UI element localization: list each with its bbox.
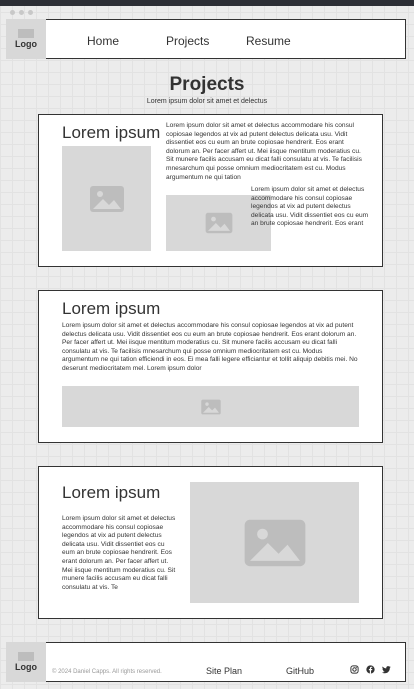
footer-logo-label: Logo [15, 662, 37, 672]
project-3-title: Lorem ipsum [62, 483, 161, 502]
image-placeholder-icon [89, 185, 124, 212]
project-1-text-top: Lorem ipsum dolor sit amet et delectus a… [166, 122, 362, 181]
logo-image-icon [18, 652, 34, 661]
copyright-text: © 2024 Daniel Capps. All rights reserved… [52, 669, 162, 675]
project-1-image-main [62, 146, 151, 251]
window-controls [10, 10, 33, 15]
nav-resume[interactable]: Resume [246, 34, 291, 48]
page-title: Projects [169, 74, 245, 95]
project-2-text: Lorem ipsum dolor sit amet et delectus a… [62, 322, 358, 372]
image-placeholder-icon [205, 212, 232, 234]
project-2-title: Lorem ipsum [62, 299, 161, 318]
window-dot-icon [28, 10, 33, 15]
window-dot-icon [10, 10, 15, 15]
browser-top-bar [0, 0, 414, 6]
project-1-text-side: Lorem ipsum dolor sit amet et delectus a… [251, 186, 369, 228]
footer-link-github[interactable]: GitHub [286, 666, 314, 676]
site-footer [6, 642, 406, 682]
footer-link-site-plan[interactable]: Site Plan [206, 666, 242, 676]
window-dot-icon [19, 10, 24, 15]
header-logo-label: Logo [15, 39, 37, 49]
facebook-icon[interactable] [365, 664, 375, 674]
project-1-title: Lorem ipsum [62, 123, 161, 142]
project-2-image [62, 386, 359, 427]
instagram-icon[interactable] [349, 664, 359, 674]
twitter-icon[interactable] [381, 664, 391, 674]
project-3-image [190, 482, 359, 603]
header-logo[interactable]: Logo [6, 19, 46, 59]
footer-logo[interactable]: Logo [6, 642, 46, 682]
logo-image-icon [18, 29, 34, 38]
image-placeholder-icon [200, 399, 221, 414]
nav-projects[interactable]: Projects [166, 34, 209, 48]
project-3-text: Lorem ipsum dolor sit amet et delectus a… [62, 515, 176, 591]
image-placeholder-icon [244, 519, 305, 566]
page-subtitle: Lorem ipsum dolor sit amet et delectus [146, 98, 268, 105]
nav-home[interactable]: Home [87, 34, 119, 48]
